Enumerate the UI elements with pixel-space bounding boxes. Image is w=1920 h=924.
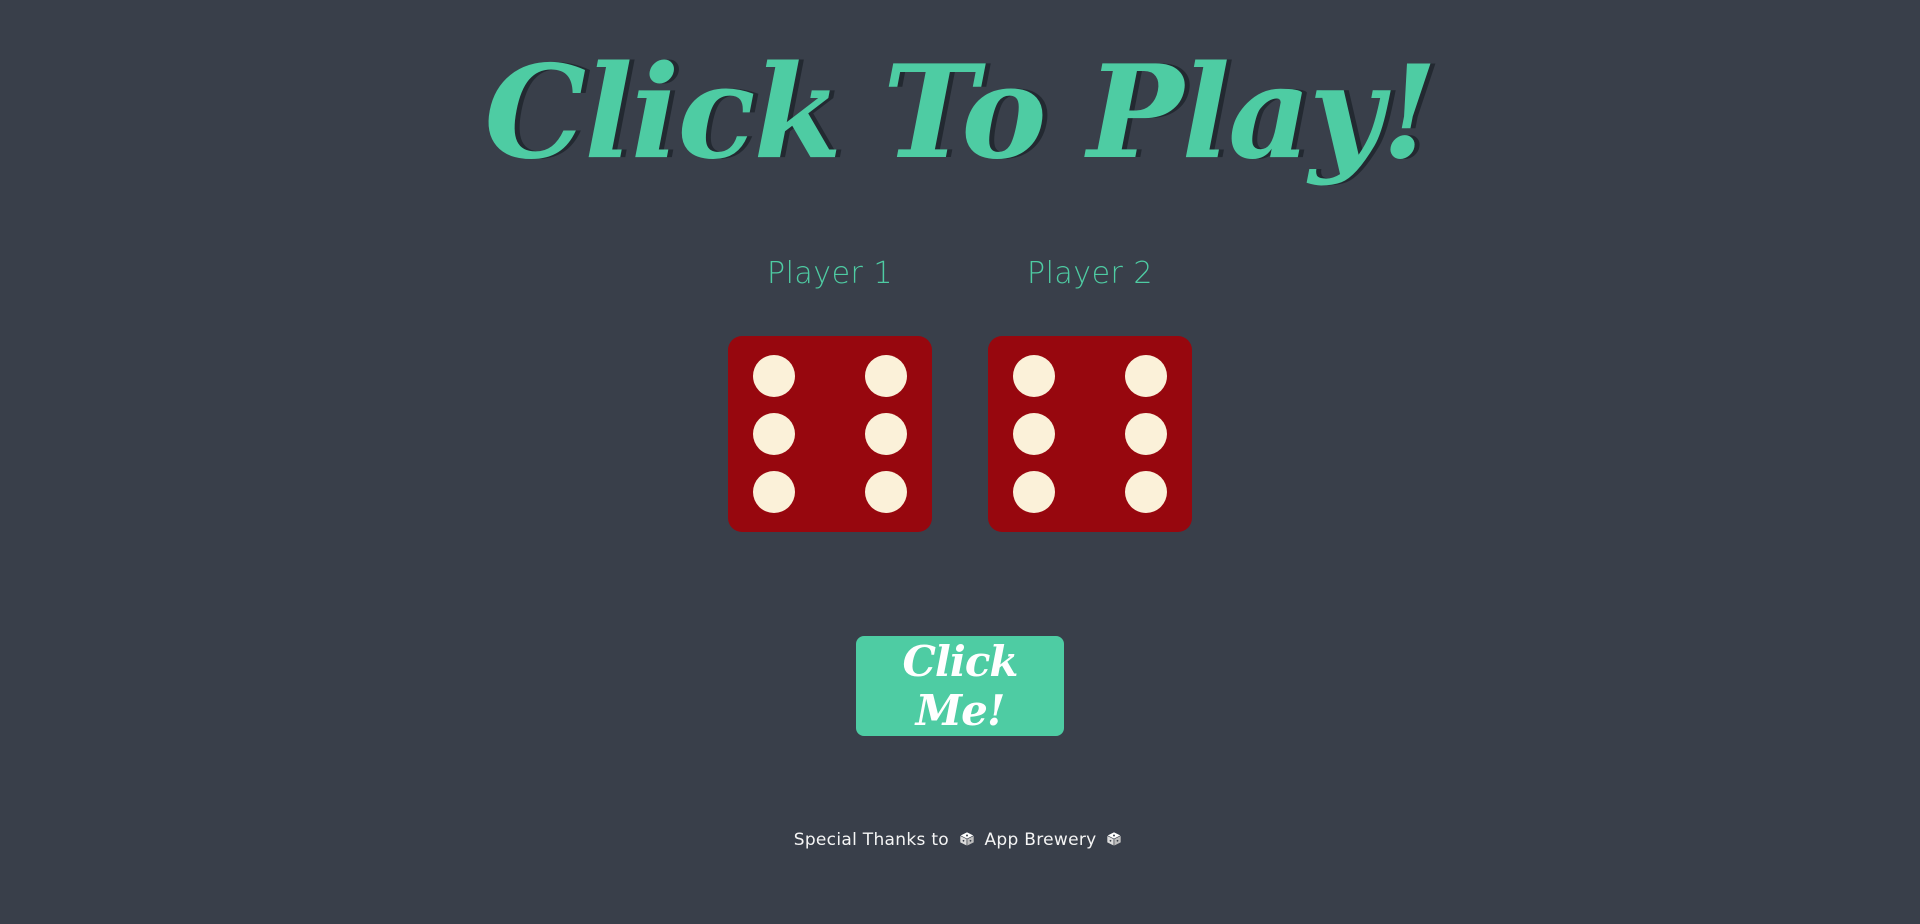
footer-brand: App Brewery bbox=[984, 830, 1097, 850]
die-pip bbox=[865, 471, 907, 513]
page-title: Click To Play! bbox=[484, 38, 1437, 188]
player-2-label: Player 2 bbox=[1027, 256, 1153, 291]
die-pip bbox=[1125, 413, 1167, 455]
dice-icon bbox=[1106, 831, 1122, 852]
player-1-label: Player 1 bbox=[767, 256, 893, 291]
player-1-die-icon bbox=[728, 336, 932, 532]
footer-prefix: Special Thanks to bbox=[793, 830, 950, 850]
die-pip bbox=[1125, 355, 1167, 397]
click-me-button[interactable]: Click Me! bbox=[856, 636, 1064, 736]
die-pip bbox=[1013, 413, 1055, 455]
die-pip bbox=[1013, 471, 1055, 513]
player-2-die-icon bbox=[988, 336, 1192, 532]
die-pip bbox=[1125, 471, 1167, 513]
player-2-die-pips bbox=[1013, 355, 1167, 513]
die-pip bbox=[1013, 355, 1055, 397]
dice-icon bbox=[959, 831, 975, 852]
footer-credit: Special Thanks to App Brewery bbox=[0, 830, 1920, 852]
die-pip bbox=[865, 355, 907, 397]
player-1-die-pips bbox=[753, 355, 907, 513]
player-2-panel: Player 2 bbox=[988, 248, 1192, 532]
player-1-panel: Player 1 bbox=[728, 248, 932, 532]
die-pip bbox=[753, 413, 795, 455]
die-pip bbox=[865, 413, 907, 455]
die-pip bbox=[753, 471, 795, 513]
die-pip bbox=[753, 355, 795, 397]
